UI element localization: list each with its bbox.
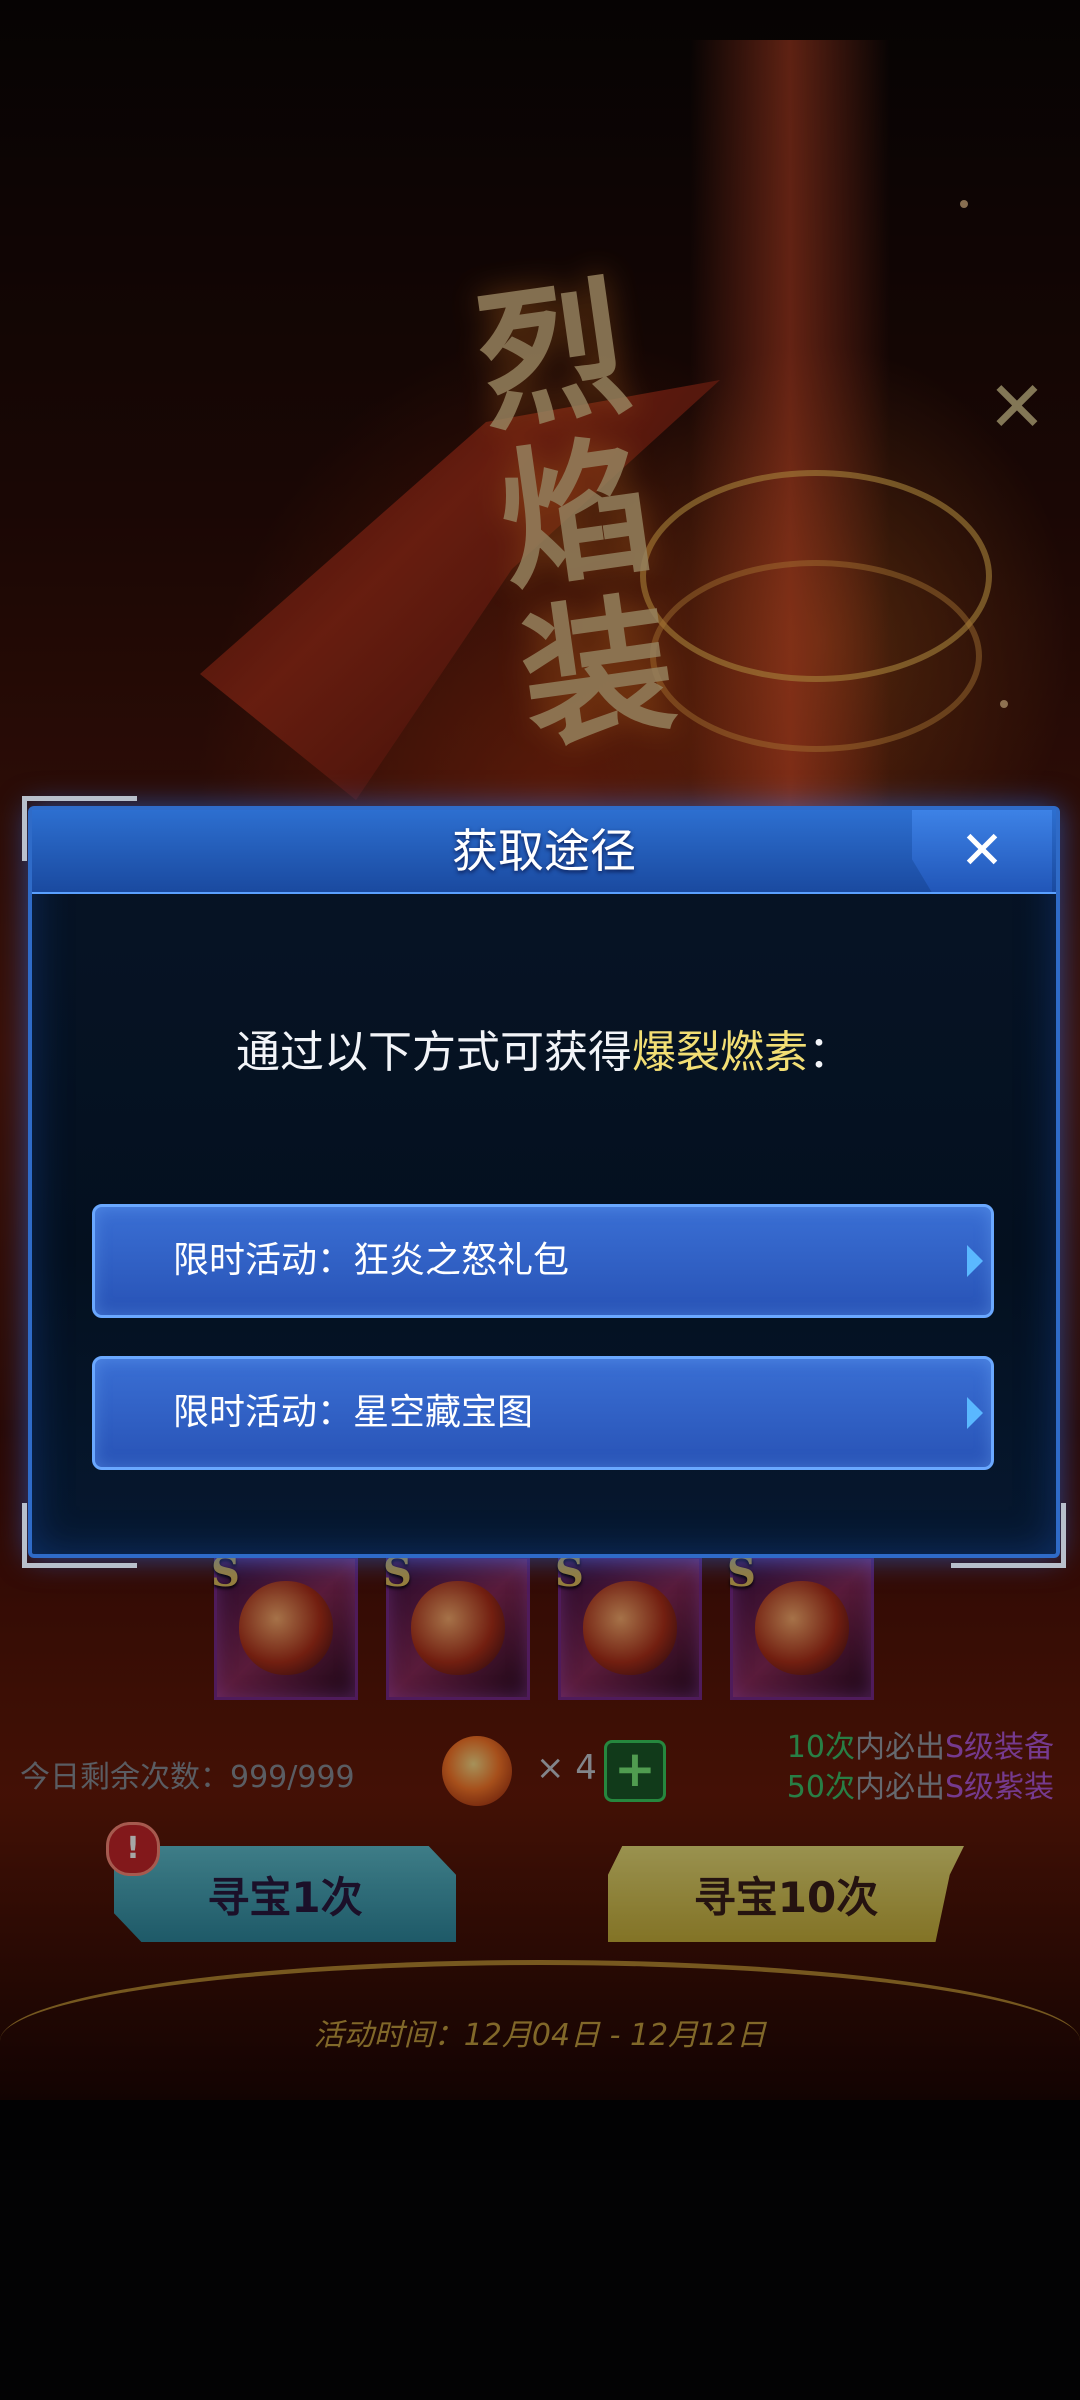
chevron-right-icon bbox=[967, 1245, 983, 1277]
dialog-description: 通过以下方式可获得爆裂燃素： bbox=[32, 1016, 1056, 1080]
dialog-title: 获取途径 bbox=[452, 824, 636, 878]
chevron-right-icon bbox=[967, 1397, 983, 1429]
option-button-rage-pack[interactable]: 限时活动：狂炎之怒礼包 bbox=[92, 1204, 994, 1318]
option-label: 限时活动：星空藏宝图 bbox=[173, 1392, 534, 1433]
frame-corner bbox=[951, 1503, 1066, 1568]
option-label: 限时活动：狂炎之怒礼包 bbox=[173, 1240, 570, 1281]
frame-corner bbox=[22, 1503, 137, 1568]
dialog-close-button[interactable]: ✕ bbox=[912, 810, 1052, 892]
option-button-treasure-map[interactable]: 限时活动：星空藏宝图 bbox=[92, 1356, 994, 1470]
desc-suffix: ： bbox=[808, 1027, 852, 1078]
frame-corner bbox=[22, 796, 137, 861]
acquire-path-dialog: 获取途径 ✕ 通过以下方式可获得爆裂燃素： 限时活动：狂炎之怒礼包 限时活动：星… bbox=[22, 796, 1066, 1568]
item-name: 爆裂燃素 bbox=[632, 1027, 808, 1078]
desc-prefix: 通过以下方式可获得 bbox=[236, 1027, 632, 1078]
